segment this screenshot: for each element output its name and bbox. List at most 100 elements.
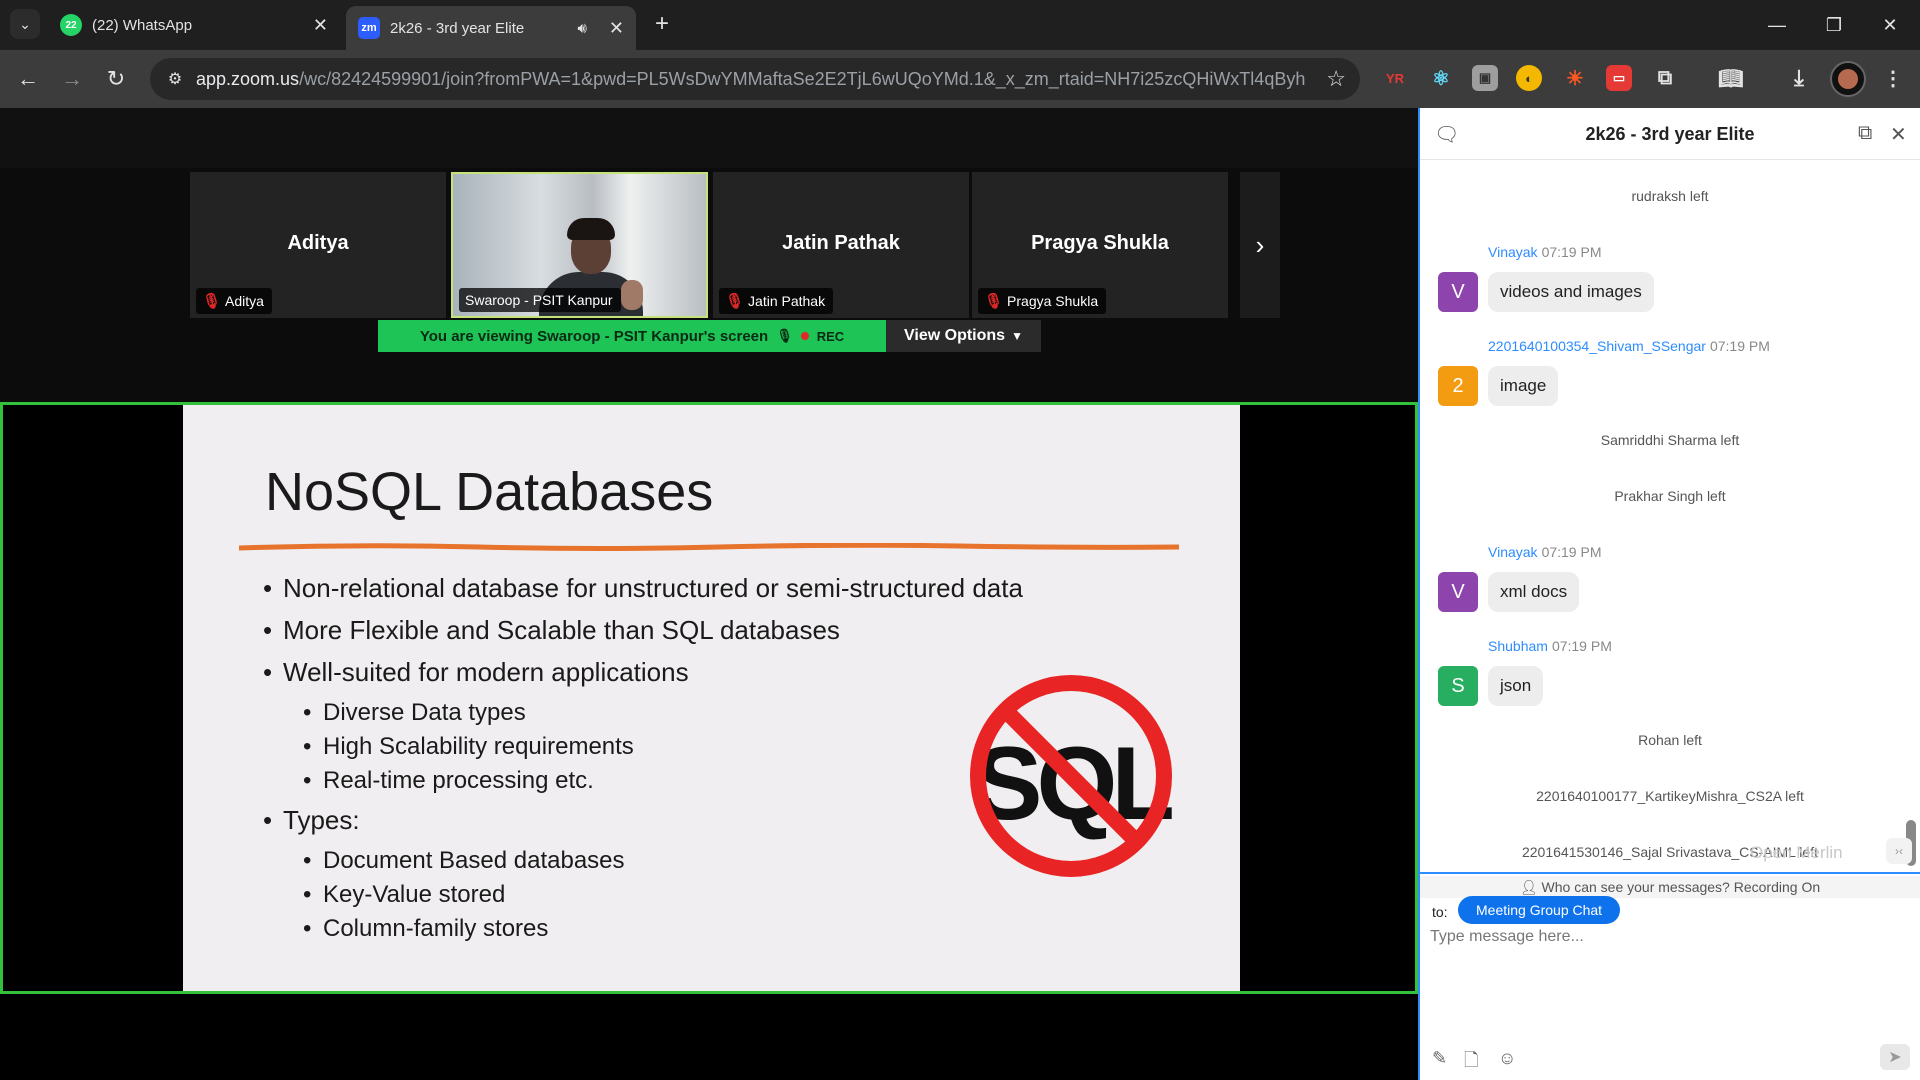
shared-screen: NoSQL Databases Non-relational database … bbox=[0, 402, 1418, 994]
presentation-slide: NoSQL Databases Non-relational database … bbox=[183, 405, 1240, 991]
participant-tile[interactable]: Aditya 🎙︎ Aditya bbox=[190, 172, 446, 318]
next-page-chevron-icon[interactable]: › bbox=[1240, 172, 1280, 318]
back-icon[interactable]: ← bbox=[12, 63, 44, 95]
recipient-selector[interactable]: Meeting Group Chat bbox=[1458, 896, 1621, 924]
url-text[interactable]: app.zoom.us/wc/82424599901/join?fromPWA=… bbox=[196, 69, 1306, 90]
sender-name[interactable]: Vinayak bbox=[1488, 244, 1538, 260]
restore-icon[interactable]: ❐ bbox=[1806, 0, 1862, 50]
tab-title: 2k26 - 3rd year Elite bbox=[390, 19, 525, 37]
message-header: Vinayak 07:19 PM bbox=[1488, 544, 1602, 560]
address-bar[interactable]: ⚙ app.zoom.us/wc/82424599901/join?fromPW… bbox=[150, 58, 1360, 100]
react-devtools-icon[interactable]: ⚛ bbox=[1428, 65, 1454, 91]
chat-header: 🗨︎ 2k26 - 3rd year Elite ⧉ ✕ bbox=[1420, 108, 1920, 160]
reload-icon[interactable]: ↻ bbox=[100, 63, 132, 95]
new-tab-button[interactable]: + bbox=[648, 10, 676, 38]
sub-bullet-item: Real-time processing etc. bbox=[283, 767, 1023, 801]
view-options-button[interactable]: View Options ▼ bbox=[886, 320, 1041, 352]
mic-icon: 🎙︎ bbox=[776, 328, 793, 343]
participant-tile-video[interactable]: Swaroop - PSIT Kanpur bbox=[451, 172, 708, 318]
bullet-item: Types: bbox=[263, 805, 1023, 847]
message-input[interactable] bbox=[1430, 928, 1910, 1018]
extensions-puzzle-icon[interactable]: ⧉ bbox=[1652, 65, 1678, 91]
message-bubble: videos and images bbox=[1488, 272, 1654, 312]
slide-underline bbox=[239, 543, 1179, 551]
close-tab-icon[interactable]: ✕ bbox=[313, 15, 328, 36]
recording-dot-icon bbox=[800, 332, 809, 340]
chat-panel: 🗨︎ 2k26 - 3rd year Elite ⧉ ✕ rudraksh le… bbox=[1418, 108, 1920, 1080]
participant-name: Aditya bbox=[287, 232, 349, 254]
system-message: Prakhar Singh left bbox=[1614, 488, 1726, 504]
extension-sun-icon[interactable]: ☀ bbox=[1562, 65, 1588, 91]
chevron-down-icon: ▼ bbox=[1011, 329, 1023, 343]
viewing-text: You are viewing Swaroop - PSIT Kanpur's … bbox=[419, 327, 769, 345]
download-icon[interactable]: ⤓ bbox=[1786, 65, 1812, 91]
open-merlin-overlay[interactable]: Open Merlin bbox=[1750, 843, 1843, 863]
tab-title: (22) WhatsApp bbox=[92, 16, 193, 34]
participant-name: Pragya Shukla bbox=[1031, 232, 1169, 254]
reading-mode-icon[interactable]: 📖︎ bbox=[1718, 65, 1744, 91]
bullet-item: Well-suited for modern applications bbox=[263, 657, 1023, 699]
meeting-top-band bbox=[0, 108, 1418, 168]
pop-out-icon[interactable]: ⧉ bbox=[1858, 122, 1872, 145]
participant-tile[interactable]: Jatin Pathak 🎙︎ Jatin Pathak bbox=[713, 172, 969, 318]
tab-whatsapp[interactable]: 22 (22) WhatsApp ✕ bbox=[48, 6, 340, 44]
close-chat-icon[interactable]: ✕ bbox=[1890, 122, 1907, 147]
mic-muted-icon: 🎙︎ bbox=[202, 293, 222, 310]
system-message: rudraksh left bbox=[1631, 188, 1709, 204]
file-icon[interactable]: 🗋 bbox=[1464, 1048, 1478, 1078]
extension-image-icon[interactable]: ▣ bbox=[1472, 65, 1498, 91]
avatar: S bbox=[1438, 666, 1478, 706]
bullet-item: Non-relational database for unstructured… bbox=[263, 573, 1023, 615]
emoji-icon[interactable]: ☺ bbox=[1498, 1048, 1516, 1069]
message-time: 07:19 PM bbox=[1551, 638, 1612, 654]
close-tab-icon[interactable]: ✕ bbox=[609, 18, 624, 39]
sender-name[interactable]: 2201640100354_Shivam_SSengar bbox=[1488, 338, 1706, 354]
avatar: V bbox=[1438, 272, 1478, 312]
tab-zoom-meeting[interactable]: zm 2k26 - 3rd year Elite 🔊︎ ✕ bbox=[346, 6, 636, 50]
chat-title: 2k26 - 3rd year Elite bbox=[1585, 124, 1755, 144]
extension-screen-icon[interactable]: ▭ bbox=[1606, 65, 1632, 91]
extension-yr-icon[interactable]: YR bbox=[1382, 65, 1408, 91]
forward-icon[interactable]: → bbox=[56, 63, 88, 95]
mic-muted-icon: 🎙︎ bbox=[984, 293, 1004, 310]
sub-bullet-item: High Scalability requirements bbox=[283, 733, 1023, 767]
no-sql-logo: SQL bbox=[970, 675, 1178, 877]
message-time: 07:19 PM bbox=[1709, 338, 1770, 354]
sender-name[interactable]: Shubham bbox=[1488, 638, 1548, 654]
sub-bullet-item: Column-family stores bbox=[283, 915, 1023, 949]
minimize-icon[interactable]: — bbox=[1749, 0, 1805, 50]
close-window-icon[interactable]: ✕ bbox=[1862, 0, 1918, 50]
participant-label: 🎙︎ Aditya bbox=[196, 288, 272, 314]
sender-name[interactable]: Vinayak bbox=[1488, 544, 1538, 560]
system-message: Rohan left bbox=[1638, 732, 1702, 748]
avatar: 2 bbox=[1438, 366, 1478, 406]
merlin-icon[interactable]: ›‹ bbox=[1886, 838, 1912, 864]
whatsapp-icon: 22 bbox=[60, 14, 82, 36]
chat-message-list[interactable]: rudraksh left Vinayak 07:19 PM V videos a… bbox=[1420, 160, 1920, 872]
extension-smile-icon[interactable]: ◐ bbox=[1516, 65, 1542, 91]
chat-compose: 👤︎ Who can see your messages? Recording … bbox=[1420, 872, 1920, 1080]
message-header: Vinayak 07:19 PM bbox=[1488, 244, 1602, 260]
rec-label: REC bbox=[816, 328, 845, 344]
menu-dots-icon[interactable]: ⋮ bbox=[1880, 65, 1906, 91]
profile-avatar[interactable] bbox=[1830, 61, 1866, 97]
site-info-icon[interactable]: ⚙ bbox=[162, 67, 188, 91]
sub-bullet-item: Document Based databases bbox=[283, 847, 1023, 881]
viewing-screen-banner: You are viewing Swaroop - PSIT Kanpur's … bbox=[378, 320, 886, 352]
mic-muted-icon: 🎙︎ bbox=[725, 293, 745, 310]
slide-title: NoSQL Databases bbox=[265, 462, 714, 522]
system-message: Samriddhi Sharma left bbox=[1600, 432, 1740, 448]
message-time: 07:19 PM bbox=[1541, 544, 1602, 560]
bookmark-star-icon[interactable]: ☆ bbox=[1326, 66, 1346, 92]
participant-tile[interactable]: Pragya Shukla 🎙︎ Pragya Shukla bbox=[972, 172, 1228, 318]
format-text-icon[interactable]: ✎ bbox=[1432, 1048, 1447, 1069]
speaker-icon[interactable]: 🔊︎ bbox=[577, 20, 586, 37]
participant-name: Jatin Pathak bbox=[782, 232, 900, 254]
message-visibility-note[interactable]: 👤︎ Who can see your messages? Recording … bbox=[1420, 876, 1920, 898]
send-icon[interactable]: ➤ bbox=[1880, 1044, 1910, 1070]
message-bubble: json bbox=[1488, 666, 1544, 706]
bullet-item: More Flexible and Scalable than SQL data… bbox=[263, 615, 1023, 657]
tab-search-button[interactable]: ⌄ bbox=[10, 9, 40, 39]
message-header: 2201640100354_Shivam_SSengar 07:19 PM bbox=[1488, 338, 1770, 354]
system-message: 2201641530146_Sajal Srivastava_CS-AIML l… bbox=[1521, 844, 1818, 860]
